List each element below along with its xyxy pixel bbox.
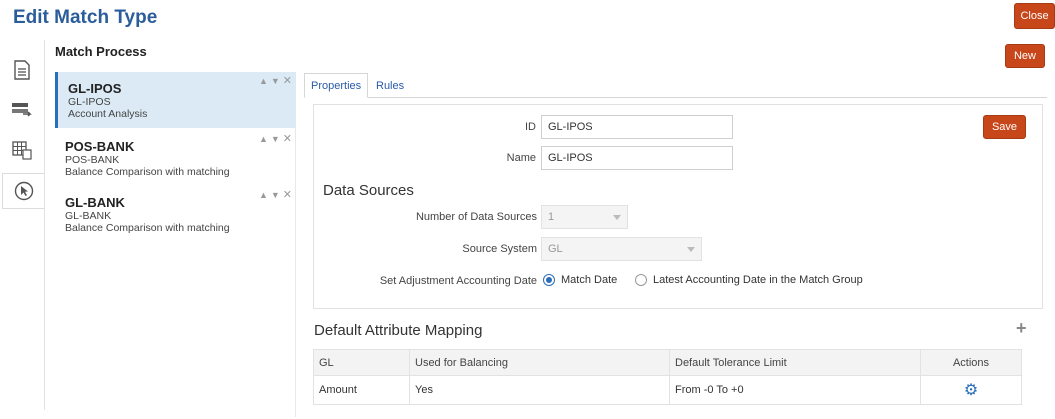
column-header: Used for Balancing	[409, 349, 670, 376]
radio-unselected-icon	[635, 274, 647, 286]
column-header: GL	[313, 349, 410, 376]
source-system-value: GL	[548, 243, 563, 255]
gear-icon[interactable]: ⚙	[964, 380, 978, 400]
cell-actions: ⚙	[920, 375, 1022, 405]
chevron-down-icon	[613, 215, 621, 220]
radio-latest-accounting-date[interactable]: Latest Accounting Date in the Match Grou…	[635, 274, 863, 286]
id-field[interactable]: GL-IPOS	[541, 115, 733, 139]
move-up-icon[interactable]: ▲	[259, 134, 268, 145]
cell-gl: Amount	[313, 375, 410, 405]
item-line2: Account Analysis	[68, 108, 148, 120]
radio-match-date[interactable]: Match Date	[543, 274, 617, 286]
cell-balancing: Yes	[409, 375, 670, 405]
page-title: Edit Match Type	[13, 7, 158, 28]
grid-table-icon[interactable]	[4, 132, 40, 168]
item-name: GL-BANK	[65, 195, 125, 210]
name-label: Name	[506, 152, 536, 164]
left-icon-bar	[0, 40, 44, 419]
radio-selected-icon	[543, 274, 555, 286]
cell-tolerance: From -0 To +0	[669, 375, 921, 405]
sidebar-divider	[44, 40, 45, 410]
save-button[interactable]: Save	[983, 115, 1026, 139]
close-icon[interactable]: ✕	[283, 74, 292, 87]
item-controls: ▲ ▼ ✕	[259, 188, 292, 201]
new-button[interactable]: New	[1005, 44, 1045, 68]
mapping-heading: Default Attribute Mapping	[314, 322, 483, 339]
list-item[interactable]: GL-IPOS GL-IPOS Account Analysis ▲ ▼ ✕	[55, 72, 296, 128]
chevron-down-icon	[687, 247, 695, 252]
item-line1: GL-BANK	[65, 210, 112, 222]
table-row: Amount Yes From -0 To +0 ⚙	[313, 375, 1022, 405]
transfer-icon[interactable]	[4, 92, 40, 128]
item-line1: POS-BANK	[65, 154, 120, 166]
move-down-icon[interactable]: ▼	[271, 134, 280, 145]
tab-properties[interactable]: Properties	[304, 73, 369, 98]
source-system-select[interactable]: GL	[541, 237, 702, 261]
tab-underline	[304, 97, 1047, 98]
move-up-icon[interactable]: ▲	[259, 76, 268, 87]
close-icon[interactable]: ✕	[283, 132, 292, 145]
item-name: POS-BANK	[65, 139, 135, 154]
table-header-row: GL Used for Balancing Default Tolerance …	[313, 349, 1022, 376]
close-icon[interactable]: ✕	[283, 188, 292, 201]
mapping-table: GL Used for Balancing Default Tolerance …	[313, 349, 1022, 405]
num-sources-value: 1	[548, 211, 555, 223]
cursor-icon[interactable]	[2, 173, 44, 209]
num-sources-label: Number of Data Sources	[415, 211, 537, 223]
column-header: Actions	[920, 349, 1022, 376]
item-line2: Balance Comparison with matching	[65, 166, 230, 178]
data-sources-heading: Data Sources	[323, 182, 414, 199]
radio-label: Match Date	[561, 274, 618, 286]
move-down-icon[interactable]: ▼	[271, 190, 280, 201]
match-process-list: GL-IPOS GL-IPOS Account Analysis ▲ ▼ ✕ P…	[55, 72, 296, 417]
list-item[interactable]: POS-BANK POS-BANK Balance Comparison wit…	[55, 130, 296, 186]
id-label: ID	[525, 121, 536, 133]
item-line2: Balance Comparison with matching	[65, 222, 230, 234]
document-list-icon[interactable]	[4, 52, 40, 88]
name-field[interactable]: GL-IPOS	[541, 146, 733, 170]
num-sources-select[interactable]: 1	[541, 205, 628, 229]
add-icon[interactable]: +	[1016, 318, 1027, 339]
adjustment-date-label: Set Adjustment Accounting Date	[379, 275, 537, 287]
move-down-icon[interactable]: ▼	[271, 76, 280, 87]
move-up-icon[interactable]: ▲	[259, 190, 268, 201]
match-process-title: Match Process	[55, 44, 147, 59]
list-item[interactable]: GL-BANK GL-BANK Balance Comparison with …	[55, 186, 296, 242]
item-controls: ▲ ▼ ✕	[259, 132, 292, 145]
close-button[interactable]: Close	[1014, 3, 1055, 29]
source-system-label: Source System	[462, 243, 537, 255]
column-header: Default Tolerance Limit	[669, 349, 921, 376]
item-controls: ▲ ▼ ✕	[259, 74, 292, 87]
item-line1: GL-IPOS	[68, 96, 111, 108]
tab-rules[interactable]: Rules	[370, 73, 410, 98]
radio-label: Latest Accounting Date in the Match Grou…	[653, 274, 863, 286]
item-name: GL-IPOS	[68, 81, 122, 96]
